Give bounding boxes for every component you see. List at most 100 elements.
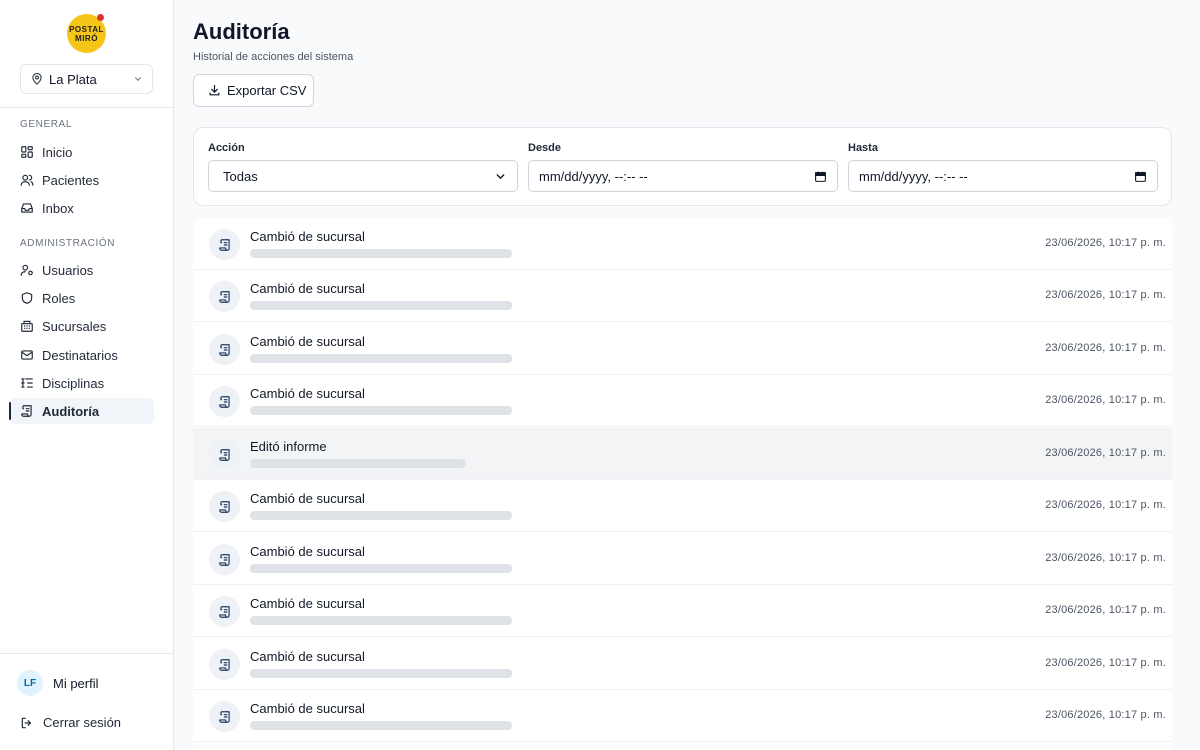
sidebar-item-pacientes[interactable]: Pacientes: [10, 167, 154, 193]
action-select[interactable]: Todas: [208, 160, 518, 192]
list-tree-icon: [21, 378, 33, 388]
audit-row-title: Cambió de sucursal: [250, 229, 365, 244]
audit-row[interactable]: Editó informe 23/06/2026, 10:17 p. m.: [193, 428, 1172, 480]
audit-row-time: 23/06/2026, 10:17 p. m.: [1045, 604, 1166, 616]
audit-row-details-redacted: [250, 669, 512, 678]
sidebar-item-label: Sucursales: [42, 318, 107, 334]
sidebar-item-roles[interactable]: Roles: [10, 285, 154, 311]
audit-row-details-redacted: [250, 459, 466, 468]
sidebar: POSTAL MIRÓ La Plata GENERAL Inicio Paci…: [0, 0, 174, 750]
section-label-admin: ADMINISTRACIÓN: [20, 238, 116, 249]
dashboard-icon: [21, 146, 33, 158]
sidebar-item-label: Inicio: [42, 144, 73, 160]
sidebar-item-sucursales[interactable]: Sucursales: [10, 313, 154, 339]
sidebar-item-usuarios[interactable]: Usuarios: [10, 257, 154, 283]
audit-row-time: 23/06/2026, 10:17 p. m.: [1045, 552, 1166, 564]
sidebar-item-label: Inbox: [42, 200, 74, 216]
audit-row-title: Cambió de sucursal: [250, 281, 365, 296]
chevron-down-icon: [134, 77, 142, 81]
sidebar-item-disciplinas[interactable]: Disciplinas: [10, 370, 154, 396]
users-icon: [20, 174, 34, 186]
scroll-icon: [209, 649, 240, 680]
audit-row[interactable]: Cambió de sucursal 23/06/2026, 10:17 p. …: [193, 270, 1172, 322]
page-subtitle: Historial de acciones del sistema: [193, 51, 354, 63]
audit-list: Cambió de sucursal 23/06/2026, 10:17 p. …: [193, 218, 1172, 750]
audit-row-time: 23/06/2026, 10:17 p. m.: [1045, 394, 1166, 406]
sidebar-item-label: Disciplinas: [42, 375, 105, 391]
audit-row-title: Cambió de sucursal: [250, 701, 365, 716]
audit-row[interactable]: Cambió de sucursal 23/06/2026, 10:17 p. …: [193, 218, 1172, 270]
audit-row-details-redacted: [250, 511, 512, 520]
scroll-icon: [209, 439, 240, 470]
action-select-value: Todas: [223, 168, 258, 184]
sidebar-item-label: Roles: [42, 290, 76, 306]
avatar[interactable]: LF: [17, 670, 43, 696]
calendar-icon[interactable]: [1134, 170, 1147, 183]
sidebar-item-auditoria[interactable]: Auditoría: [9, 398, 154, 424]
export-csv-label: Exportar CSV: [227, 83, 307, 98]
sidebar-item-inbox[interactable]: Inbox: [10, 195, 154, 221]
sidebar-item-inicio[interactable]: Inicio: [10, 139, 154, 165]
calendar-icon[interactable]: [814, 170, 827, 183]
from-filter-label: Desde: [528, 142, 562, 154]
user-cog-icon: [20, 264, 33, 276]
scroll-icon: [209, 596, 240, 627]
audit-row-title: Cambió de sucursal: [250, 596, 365, 611]
scroll-icon: [209, 386, 240, 417]
from-date-placeholder: mm/dd/yyyy, --:-- --: [539, 168, 648, 184]
profile-link[interactable]: Mi perfil: [53, 676, 99, 691]
action-filter-label: Acción: [208, 142, 245, 154]
logo-line-1: POSTAL: [69, 24, 104, 34]
filters-card: Acción Todas Desde mm/dd/yyyy, --:-- -- …: [193, 127, 1172, 206]
to-date-placeholder: mm/dd/yyyy, --:-- --: [859, 168, 968, 184]
audit-row-details-redacted: [250, 354, 512, 363]
audit-row-title: Cambió de sucursal: [250, 334, 365, 349]
download-icon: [209, 85, 220, 96]
scroll-icon: [209, 281, 240, 312]
audit-row[interactable]: Cambió de sucursal 23/06/2026, 10:17 p. …: [193, 690, 1172, 742]
audit-row-time: 23/06/2026, 10:17 p. m.: [1045, 657, 1166, 669]
audit-row-details-redacted: [250, 301, 512, 310]
sidebar-bottom-divider: [0, 653, 173, 654]
audit-row[interactable]: Cambió de sucursal 23/06/2026, 10:17 p. …: [193, 533, 1172, 585]
scroll-icon: [209, 229, 240, 260]
scroll-icon: [209, 334, 240, 365]
audit-row-details-redacted: [250, 249, 512, 258]
audit-row-title: Cambió de sucursal: [250, 491, 365, 506]
audit-row[interactable]: Cambió de sucursal 23/06/2026, 10:17 p. …: [193, 638, 1172, 690]
to-date-input[interactable]: mm/dd/yyyy, --:-- --: [848, 160, 1158, 192]
logo-dot: [97, 14, 104, 21]
scroll-icon: [209, 701, 240, 732]
audit-row[interactable]: Cambió de sucursal 23/06/2026, 10:17 p. …: [193, 375, 1172, 427]
sidebar-item-label: Auditoría: [42, 403, 100, 419]
scroll-icon: [21, 405, 32, 417]
to-filter-label: Hasta: [848, 142, 878, 154]
brand-logo[interactable]: POSTAL MIRÓ: [67, 14, 106, 53]
audit-row-details-redacted: [250, 616, 512, 625]
inbox-icon: [21, 203, 33, 213]
export-csv-button[interactable]: Exportar CSV: [193, 74, 314, 107]
audit-row[interactable]: Cambió de sucursal 23/06/2026, 10:17 p. …: [193, 585, 1172, 637]
sidebar-item-destinatarios[interactable]: Destinatarios: [10, 342, 154, 368]
audit-row-time: 23/06/2026, 10:17 p. m.: [1045, 342, 1166, 354]
logout-label: Cerrar sesión: [43, 715, 122, 730]
shield-icon: [21, 292, 33, 304]
page-title: Auditoría: [193, 19, 290, 44]
audit-row-title: Cambió de sucursal: [250, 649, 365, 664]
audit-row[interactable]: Cambió de sucursal 23/06/2026, 10:17 p. …: [193, 323, 1172, 375]
building-icon: [21, 320, 33, 332]
audit-row-title: Cambió de sucursal: [250, 386, 365, 401]
location-select[interactable]: La Plata: [20, 64, 153, 94]
sidebar-item-label: Pacientes: [42, 172, 100, 188]
from-date-input[interactable]: mm/dd/yyyy, --:-- --: [528, 160, 838, 192]
audit-row-details-redacted: [250, 564, 512, 573]
audit-row-title: Cambió de sucursal: [250, 544, 365, 559]
audit-row-time: 23/06/2026, 10:17 p. m.: [1045, 709, 1166, 721]
logo-line-2: MIRÓ: [75, 33, 98, 43]
location-value: La Plata: [49, 71, 97, 87]
chevron-down-icon: [496, 173, 505, 179]
audit-row-time: 23/06/2026, 10:17 p. m.: [1045, 237, 1166, 249]
audit-row-title: Editó informe: [250, 439, 327, 454]
logout-button[interactable]: Cerrar sesión: [20, 715, 121, 730]
audit-row[interactable]: Cambió de sucursal 23/06/2026, 10:17 p. …: [193, 480, 1172, 532]
